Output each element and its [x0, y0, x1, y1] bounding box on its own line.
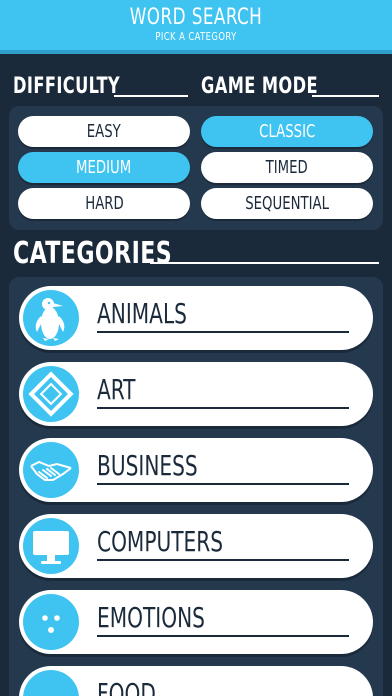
category-underline — [97, 483, 349, 485]
picture-frame-icon — [23, 366, 79, 422]
app-subtitle: PICK A CATEGORY — [155, 30, 237, 43]
difficulty-heading-rule — [114, 95, 188, 97]
category-list: ANIMALS ART BUSINESS COMPUTERS EMOTIONS … — [9, 277, 383, 696]
face-icon — [23, 594, 79, 650]
category-label: FOOD — [97, 677, 156, 696]
game-mode-heading-rule — [312, 95, 379, 97]
category-label: BUSINESS — [97, 449, 198, 482]
difficulty-hard-button[interactable]: HARD — [18, 188, 190, 219]
mode-sequential-button[interactable]: SEQUENTIAL — [201, 188, 373, 219]
category-label: ANIMALS — [97, 297, 187, 330]
category-underline — [97, 559, 349, 561]
app-title: WORD SEARCH — [129, 5, 263, 30]
difficulty-easy-button[interactable]: EASY — [18, 116, 190, 147]
category-label: COMPUTERS — [97, 525, 224, 558]
category-underline — [97, 635, 349, 637]
category-business[interactable]: BUSINESS — [19, 438, 373, 502]
handshake-icon — [23, 442, 79, 498]
game-mode-heading: GAME MODE — [201, 74, 318, 99]
category-underline — [97, 331, 349, 333]
category-art[interactable]: ART — [19, 362, 373, 426]
categories-heading-rule — [150, 262, 379, 264]
category-label: ART — [97, 373, 136, 406]
category-label: EMOTIONS — [97, 601, 205, 634]
options-panel: EASY MEDIUM HARD CLASSIC TIMED SEQUENTIA… — [9, 106, 383, 230]
difficulty-heading: DIFFICULTY — [13, 74, 121, 99]
category-animals[interactable]: ANIMALS — [19, 286, 373, 350]
category-food[interactable]: FOOD — [19, 666, 373, 696]
food-icon — [23, 670, 79, 696]
category-computers[interactable]: COMPUTERS — [19, 514, 373, 578]
category-underline — [97, 407, 349, 409]
mode-timed-button[interactable]: TIMED — [201, 152, 373, 183]
header-bar: WORD SEARCH PICK A CATEGORY — [0, 0, 392, 54]
category-emotions[interactable]: EMOTIONS — [19, 590, 373, 654]
mode-classic-button[interactable]: CLASSIC — [201, 116, 373, 147]
categories-heading: CATEGORIES — [13, 236, 173, 271]
monitor-icon — [23, 518, 79, 574]
penguin-icon — [23, 290, 79, 346]
difficulty-medium-button[interactable]: MEDIUM — [18, 152, 190, 183]
